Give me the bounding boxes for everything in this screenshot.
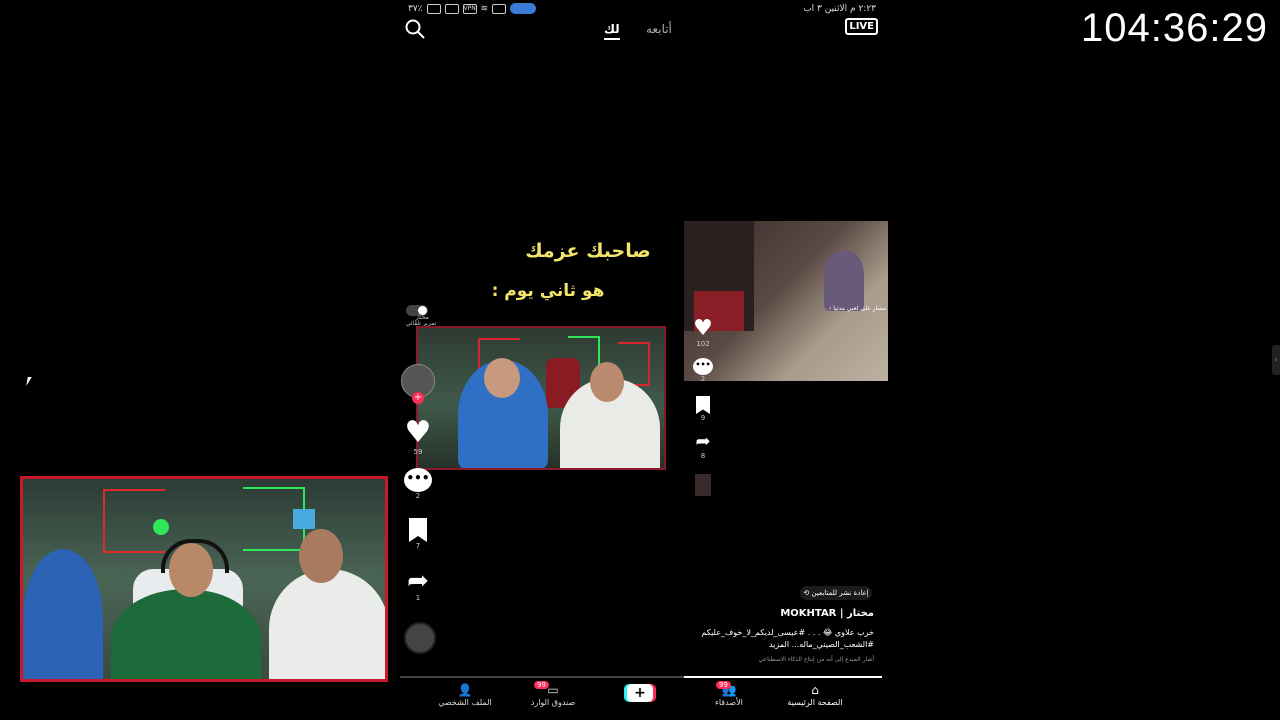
status-time-date: ٢:٢٣ م الاثنين ٣ اب [803, 4, 876, 14]
bottom-nav: ⌂ الصفحة الرئيسية 👥 99 الأصدقاء + ▭ 99 ص… [398, 680, 888, 720]
right-share-count: 8 [700, 452, 706, 460]
tab-for-you[interactable]: لك [604, 22, 620, 40]
right-save-button[interactable]: 9 [688, 396, 718, 422]
save-count: 7 [415, 542, 421, 550]
screen-icon [492, 3, 507, 14]
right-share-button[interactable]: ➦ 8 [688, 431, 718, 461]
search-icon[interactable] [404, 18, 426, 44]
right-comment-count: 2 [700, 375, 706, 383]
like-button[interactable]: ♥ 59 [400, 415, 436, 457]
nav-profile-label: الملف الشخصي [438, 698, 492, 707]
profile-icon: 👤 [457, 683, 473, 697]
inbox-badge: 99 [534, 681, 549, 689]
stream-timer: 104:36:29 [1081, 6, 1268, 50]
bookmark-icon [696, 396, 710, 414]
comment-icon: ••• [404, 468, 432, 492]
nav-friends[interactable]: 👥 99 الأصدقاء [694, 681, 764, 707]
bookmark-icon [409, 518, 427, 542]
share-button[interactable]: ➦ 1 [400, 568, 436, 602]
live-icon[interactable]: LIVE [845, 18, 878, 35]
battery-icon [426, 3, 441, 14]
side-panel-handle[interactable]: ‹ [1272, 345, 1280, 375]
top-nav: أتابعه لك LIVE [398, 18, 888, 44]
headset-icon [161, 539, 229, 573]
nav-home-label: الصفحة الرئيسية [787, 698, 843, 707]
right-like-button[interactable]: ♥ 102 [688, 316, 718, 349]
music-disc-icon[interactable] [404, 622, 436, 654]
right-post-overlay-label: مسار على لعبي مدتيا › [828, 305, 886, 312]
save-button[interactable]: 7 [400, 518, 436, 550]
author-avatar[interactable]: + [400, 364, 436, 404]
post-author[interactable]: مختار | MOKHTAR [780, 608, 874, 619]
right-comment-button[interactable]: ••• 2 [688, 358, 718, 383]
post-caption-line2: هو ثاني يوم : [491, 281, 605, 301]
nav-inbox[interactable]: ▭ 99 صندوق الوارد [518, 681, 588, 707]
phone-screen: ٣٧٪ VPN ≋ ٢:٢٣ م الاثنين ٣ اب أتابعه لك … [398, 0, 888, 720]
post-video-right[interactable]: مسار على لعبي مدتيا › [684, 221, 888, 381]
video-progress-bar[interactable] [400, 676, 882, 678]
post-description-line2[interactable]: #الشعب_الصيني_ماله... المزيد [769, 640, 874, 649]
vpn-icon: VPN [462, 3, 477, 14]
status-bar: ٣٧٪ VPN ≋ ٢:٢٣ م الاثنين ٣ اب [398, 0, 888, 20]
status-icons: ٣٧٪ VPN ≋ [408, 3, 537, 14]
right-save-count: 9 [700, 414, 706, 422]
person-white-jersey [269, 569, 385, 679]
repost-button[interactable]: ⟲ إعادة نشر للمتابعين [800, 586, 872, 600]
create-button[interactable]: + [627, 684, 653, 702]
follow-plus-icon[interactable]: + [412, 392, 424, 404]
post-description-line1: خرب علاوي 😂 . . . #عيسى_لديكم_لا_خوف_علي… [701, 628, 874, 637]
share-arrow-icon: ➦ [695, 431, 711, 452]
nav-inbox-label: صندوق الوارد [530, 698, 576, 707]
streamer-green-shirt [111, 589, 261, 679]
video-progress-fill [684, 676, 882, 678]
nav-home[interactable]: ⌂ الصفحة الرئيسية [780, 682, 850, 707]
right-music-disc-icon[interactable] [695, 474, 711, 496]
post-video-left[interactable] [416, 326, 666, 470]
comment-button[interactable]: ••• 2 [400, 468, 436, 500]
tab-following[interactable]: أتابعه [646, 22, 672, 36]
share-count: 1 [415, 594, 421, 602]
comment-icon: ••• [693, 358, 713, 375]
heart-icon: ♥ [404, 415, 432, 450]
heart-icon: ♥ [693, 316, 713, 341]
home-icon: ⌂ [811, 683, 819, 697]
webcam-overlay [20, 476, 388, 682]
share-arrow-icon: ➦ [407, 566, 429, 596]
mouse-cursor-icon [26, 377, 32, 386]
nav-friends-label: الأصدقاء [715, 698, 743, 707]
repost-label: إعادة نشر للمتابعين [811, 589, 869, 597]
friends-badge: 99 [716, 681, 731, 689]
battery-level: ٣٧٪ [408, 3, 423, 14]
comment-count: 2 [415, 492, 421, 500]
repost-icon: ⟲ [803, 589, 810, 597]
cast-icon [444, 3, 459, 14]
right-like-count: 102 [696, 340, 710, 348]
person-left-cropped [23, 549, 103, 679]
nav-profile[interactable]: 👤 الملف الشخصي [430, 682, 500, 707]
wifi-icon: ≋ [480, 3, 489, 14]
ai-notice: أشار المبدع إلى أنه من إنتاج الذكاء الاص… [758, 656, 874, 663]
screen-record-pill [510, 3, 537, 14]
inbox-icon: ▭ [547, 683, 559, 697]
